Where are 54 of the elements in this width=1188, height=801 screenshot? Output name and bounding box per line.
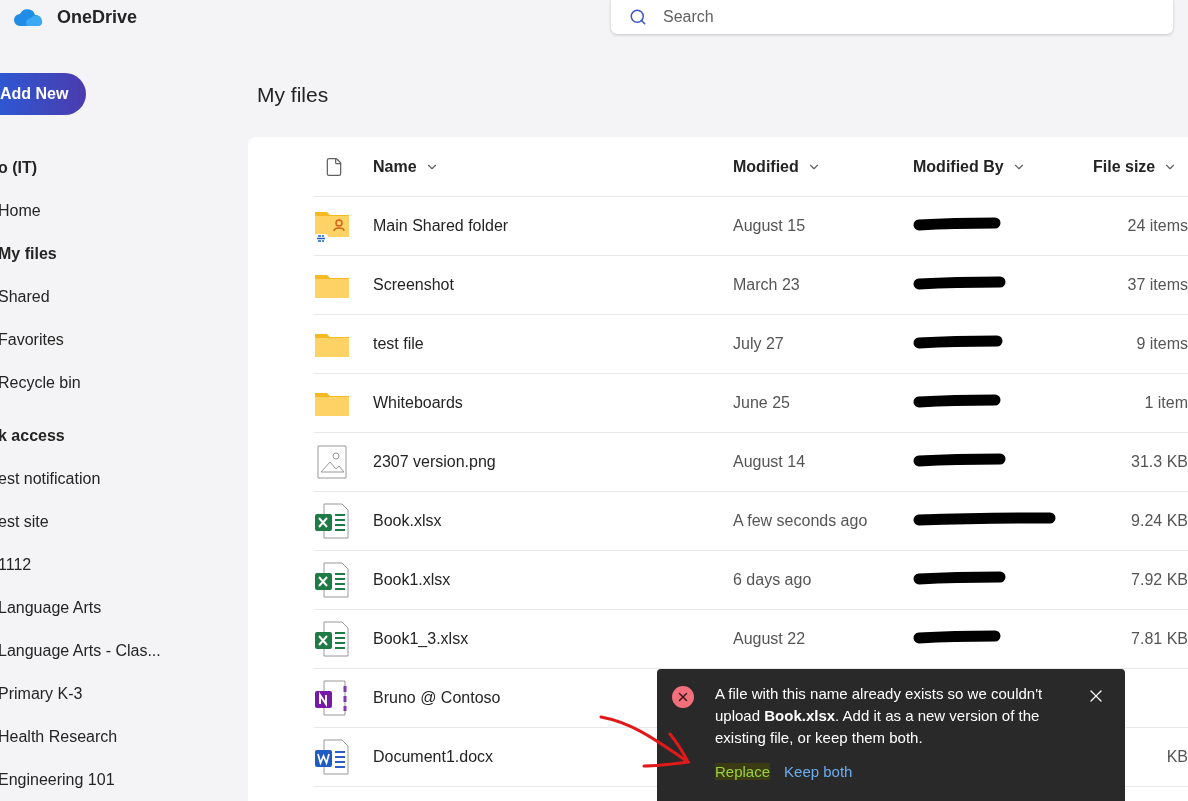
modified-date: July 27 xyxy=(733,335,785,353)
sidebar-item[interactable]: Language Arts - Clas... xyxy=(0,629,248,672)
page-title: My files xyxy=(256,82,330,108)
image-file-icon xyxy=(314,444,350,480)
file-size: 9.24 KB xyxy=(1130,512,1188,530)
column-header[interactable]: Modified xyxy=(733,157,913,176)
search-field[interactable]: Search xyxy=(611,0,1173,34)
file-name[interactable]: Main Shared folder xyxy=(373,217,733,235)
file-name[interactable]: Book1_3.xlsx xyxy=(373,630,733,648)
replace-link[interactable]: Replace xyxy=(715,763,771,780)
spreadsheet-file-icon xyxy=(314,562,350,598)
column-header[interactable]: File size xyxy=(1093,157,1188,176)
sidebar-item[interactable]: Health Research xyxy=(0,715,248,758)
document-file-icon xyxy=(314,739,350,775)
spreadsheet-file-icon xyxy=(314,621,350,657)
add-new-button[interactable]: Add New xyxy=(0,73,87,115)
sidebar-item[interactable]: 1112 xyxy=(0,543,248,586)
sidebar-item[interactable]: Language Arts xyxy=(0,586,248,629)
file-size: 7.81 KB xyxy=(1130,630,1188,648)
modified-date: A few seconds ago xyxy=(733,512,869,530)
file-name[interactable]: Book1.xlsx xyxy=(373,571,733,589)
modified-date: August 15 xyxy=(733,217,807,235)
modified-date: 6 days ago xyxy=(733,571,813,589)
spreadsheet-file-icon xyxy=(314,503,350,539)
modified-date: August 14 xyxy=(733,453,807,471)
cloud-logo-icon xyxy=(13,7,43,27)
file-size: 9 items xyxy=(1135,335,1188,353)
sidebar-item[interactable]: Favorites xyxy=(0,318,248,361)
modified-date: June 25 xyxy=(733,394,791,412)
file-name[interactable]: test file xyxy=(373,335,733,353)
toast-message: A file with this name already exists so we couldn't upload Book.xlsx. Add it as a new version of the existing file, or keep them both. xyxy=(715,684,1044,748)
notebook-file-icon xyxy=(314,680,350,716)
sidebar-item[interactable]: Engineering 101 xyxy=(0,758,248,801)
file-size: 7.92 KB xyxy=(1130,571,1188,589)
file-name[interactable]: 2307 version.png xyxy=(373,453,733,471)
file-size: 37 items xyxy=(1126,276,1188,294)
column-header[interactable]: Name xyxy=(373,157,733,176)
modified-date: March 23 xyxy=(733,276,801,294)
keep-both-link[interactable]: Keep both xyxy=(784,763,853,780)
modified-date: August 22 xyxy=(733,630,807,648)
sidebar-item[interactable]: Home xyxy=(0,189,248,232)
file-size: KB xyxy=(1165,748,1188,766)
search-icon xyxy=(629,8,647,26)
sidebar-item[interactable]: Primary K-3 xyxy=(0,672,248,715)
file-size: 1 item xyxy=(1143,394,1188,412)
file-name[interactable]: Whiteboards xyxy=(373,394,733,412)
column-header[interactable]: Modified By xyxy=(913,157,1093,176)
file-name[interactable]: Screenshot xyxy=(373,276,733,294)
app-name: OneDrive xyxy=(57,6,138,28)
file-name[interactable]: Book.xlsx xyxy=(373,512,733,530)
sidebar-item[interactable]: Recycle bin xyxy=(0,361,248,404)
file-size: 24 items xyxy=(1126,217,1188,235)
file-type-icon xyxy=(324,156,344,177)
file-size: 31.3 KB xyxy=(1130,453,1188,471)
